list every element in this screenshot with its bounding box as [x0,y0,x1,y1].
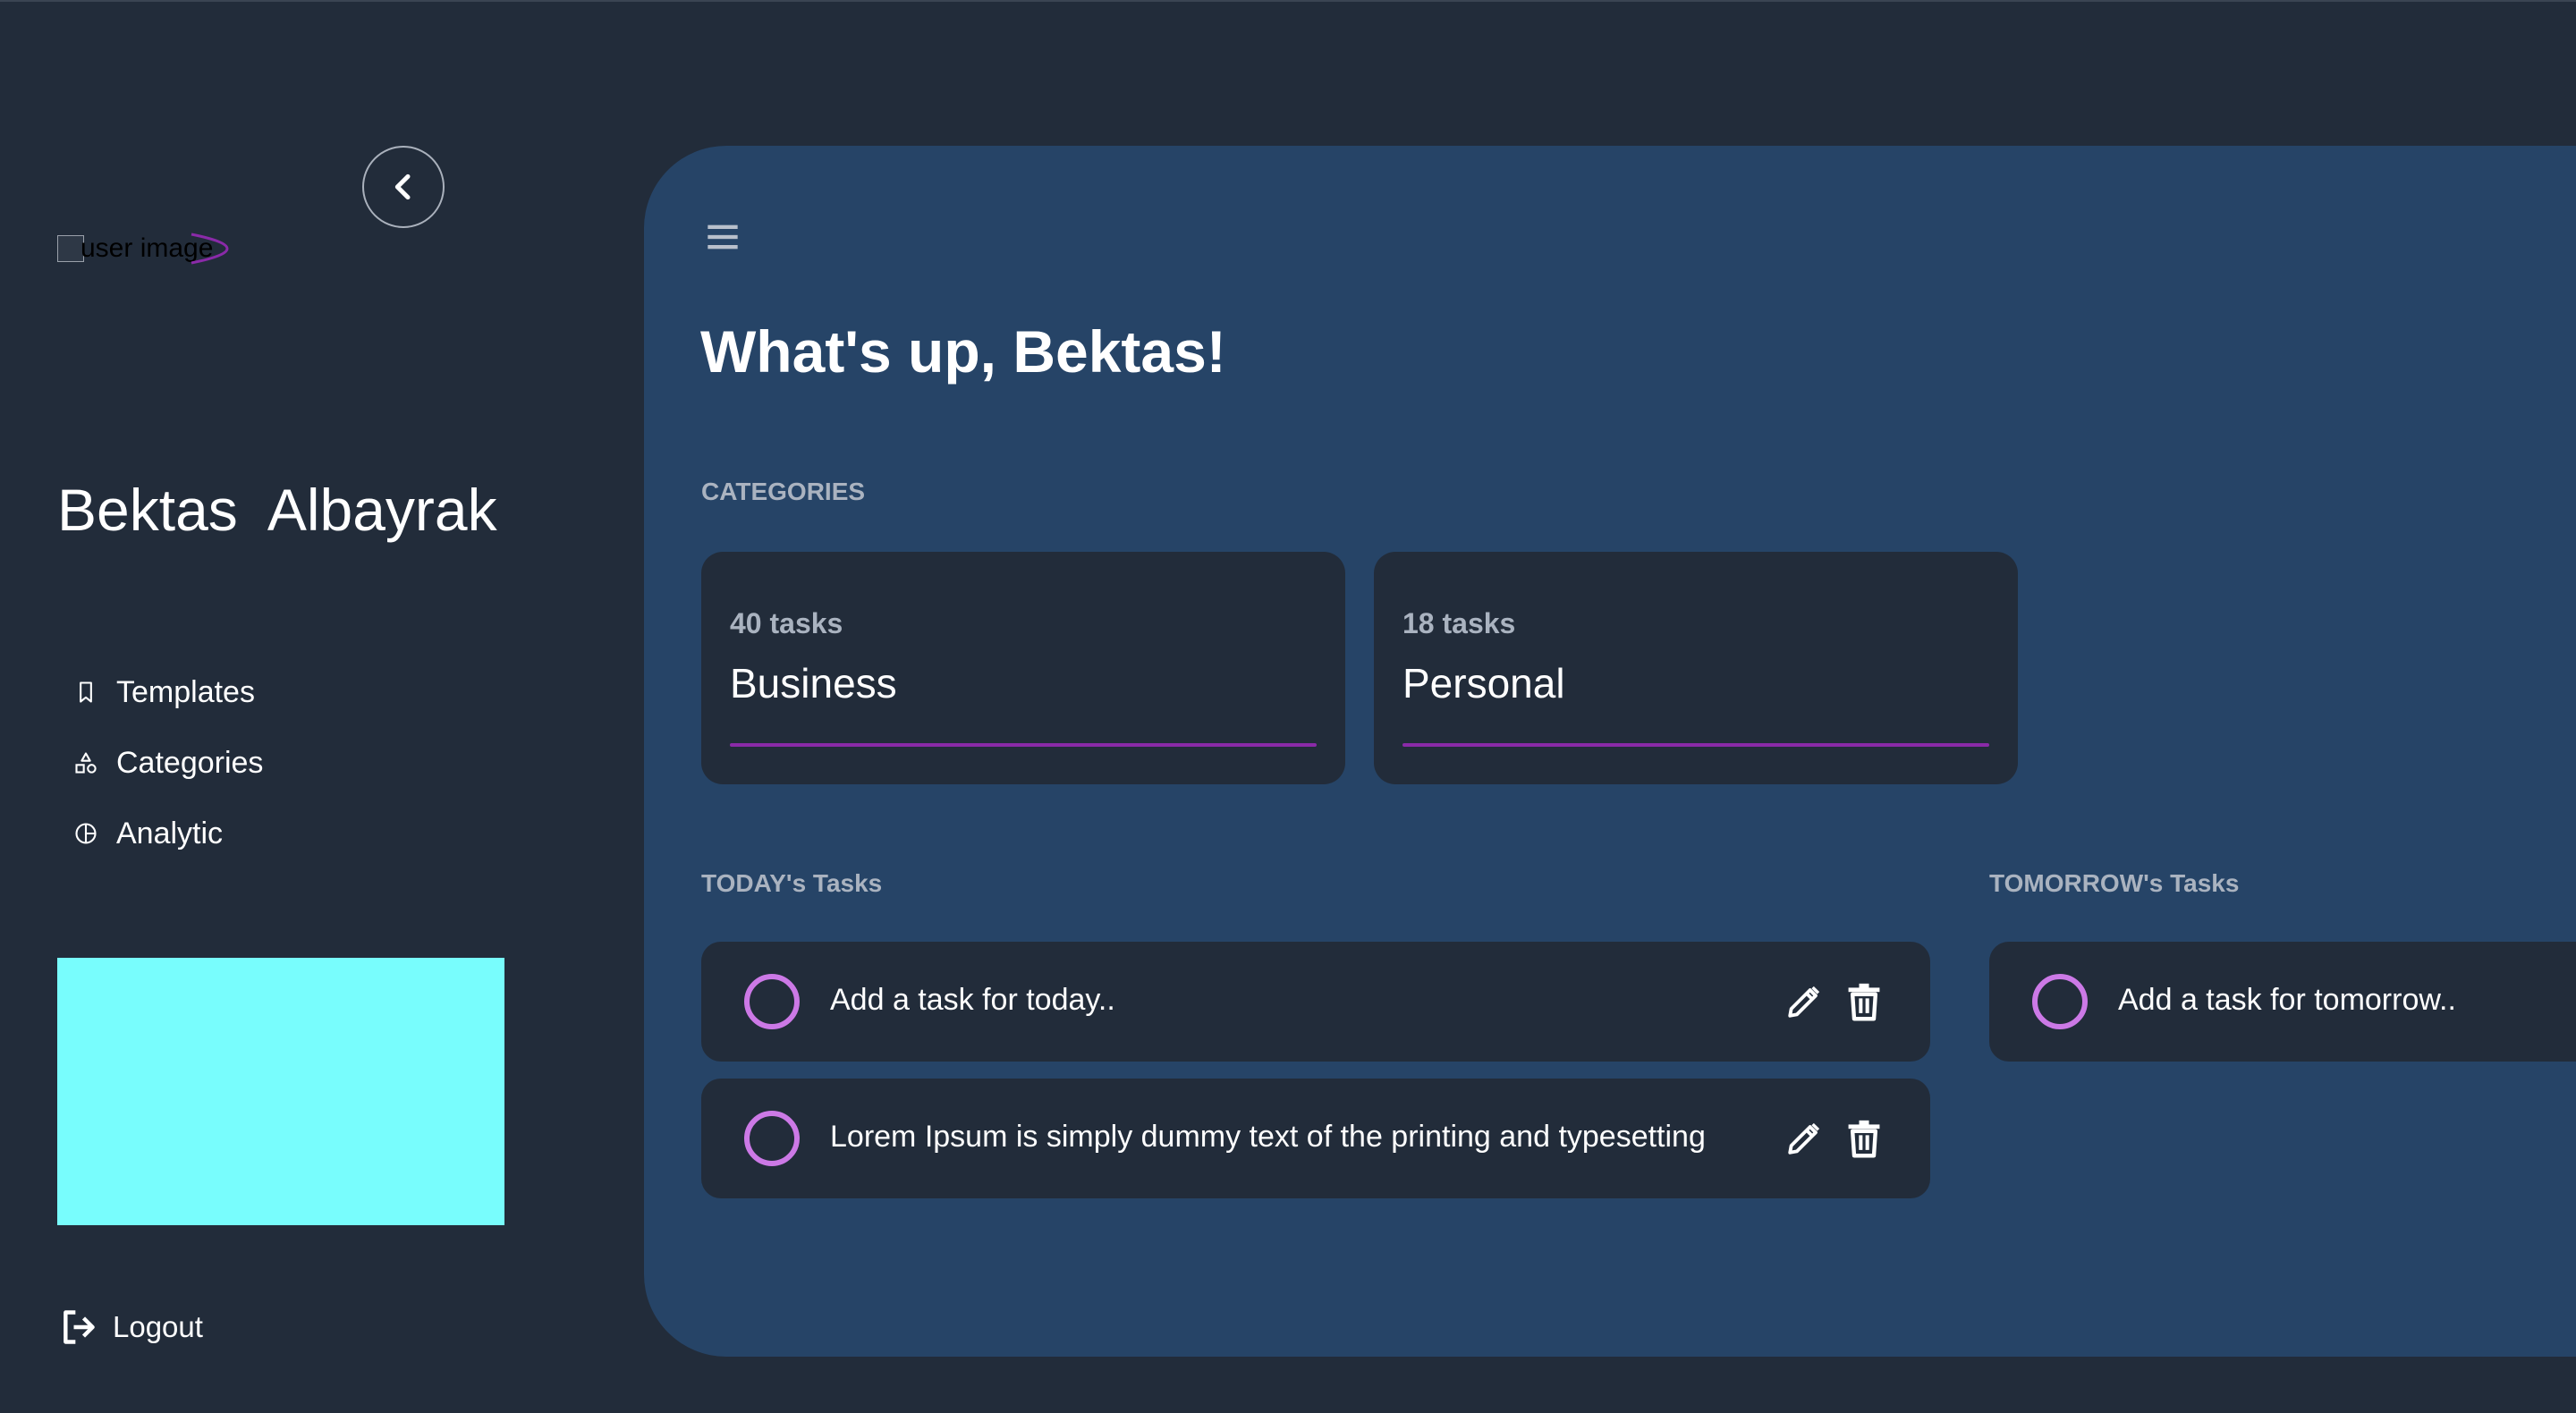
category-progress-bar [1402,743,1989,747]
pie-chart-icon [72,819,100,848]
sidebar-item-label: Analytic [116,816,224,850]
sidebar-item-label: Categories [116,745,264,780]
tomorrow-tasks-heading: TOMORROW's Tasks [1989,869,2240,897]
main-panel: What's up, Bektas! CATEGORIES 40 tasks B… [644,146,2576,1357]
hamburger-icon [708,224,738,250]
sidebar-nav: Templates Categories Analytic [72,674,263,886]
avatar-ring-icon [191,233,229,265]
categories-heading: CATEGORIES [701,478,866,505]
today-tasks-heading: TODAY's Tasks [701,869,883,897]
category-card-business[interactable]: 40 tasks Business [701,552,1345,784]
avatar: user image [57,231,263,267]
category-name: Personal [1402,660,1565,706]
category-count: 40 tasks [730,607,843,639]
chevron-left-icon [394,173,411,200]
logout-icon [64,1310,95,1344]
edit-pencil-icon[interactable] [1785,983,1823,1020]
task-text: Add a task for tomorrow.. [2118,983,2456,1017]
category-progress-bar [730,743,1317,747]
shapes-icon [72,749,100,777]
task-item[interactable]: Add a task for tomorrow.. [1989,942,2576,1062]
task-text: Add a task for today.. [830,983,1115,1017]
sidebar-item-templates[interactable]: Templates [72,674,263,710]
logout-button[interactable]: Logout [59,1307,203,1347]
category-count: 18 tasks [1402,607,1516,639]
app-window: user image Bektas Albayrak Templates Cat… [0,0,2576,1413]
user-last-name: Albayrak [267,477,497,543]
user-name: Bektas Albayrak [57,476,497,544]
edit-pencil-icon[interactable] [1785,1120,1823,1157]
sidebar-item-categories[interactable]: Categories [72,745,263,781]
page-title: What's up, Bektas! [700,318,1226,385]
category-card-personal[interactable]: 18 tasks Personal [1374,552,2018,784]
logout-label: Logout [113,1310,203,1343]
promo-box [57,958,504,1225]
collapse-sidebar-button[interactable] [362,146,445,228]
trash-icon[interactable] [1844,1118,1884,1159]
sidebar-item-analytic[interactable]: Analytic [72,816,263,851]
bookmark-icon [72,678,100,706]
task-complete-checkbox[interactable] [744,1111,800,1166]
task-item[interactable]: Add a task for today.. [701,942,1930,1062]
task-complete-checkbox[interactable] [2032,974,2088,1029]
sidebar-item-label: Templates [116,674,255,709]
task-complete-checkbox[interactable] [744,974,800,1029]
task-item[interactable]: Lorem Ipsum is simply dummy text of the … [701,1079,1930,1198]
user-first-name: Bektas [57,477,238,543]
task-text: Lorem Ipsum is simply dummy text of the … [830,1120,1706,1154]
menu-button[interactable] [703,217,742,257]
sidebar: user image Bektas Albayrak Templates Cat… [0,2,644,1413]
category-name: Business [730,660,897,706]
trash-icon[interactable] [1844,981,1884,1022]
